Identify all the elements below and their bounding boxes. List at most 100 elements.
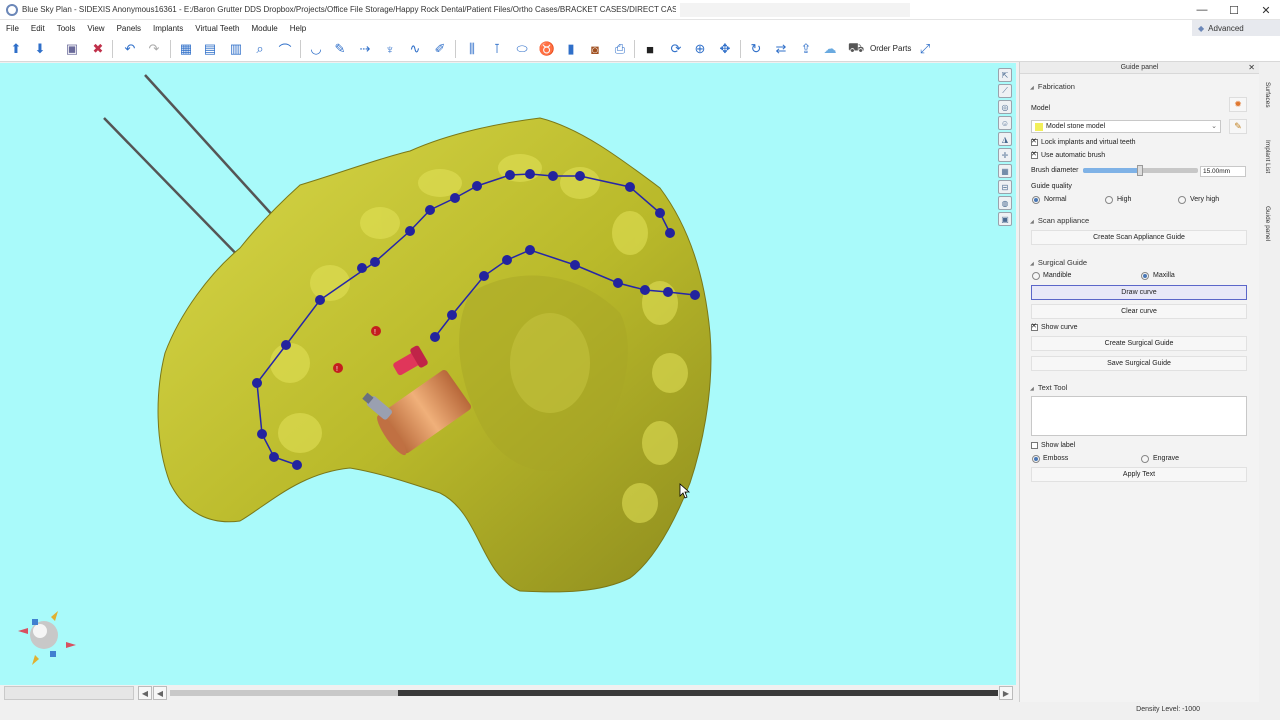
layout-icon[interactable]: ▦	[176, 39, 196, 59]
tab-implant-list[interactable]: Implant List	[1264, 140, 1271, 173]
zoom-in-icon[interactable]: ⊕	[690, 39, 710, 59]
slices-icon[interactable]: ▤	[200, 39, 220, 59]
magic-wand-icon[interactable]: ✎	[1229, 119, 1247, 134]
redo-icon[interactable]: ↷	[144, 39, 164, 59]
contrast-icon[interactable]: ■	[640, 39, 660, 59]
chevron-down-icon: ⌄	[1211, 123, 1217, 130]
minimize-button[interactable]: —	[1186, 0, 1218, 20]
show-label-checkbox[interactable]	[1031, 442, 1038, 449]
cart-icon[interactable]: ⛟	[846, 39, 866, 59]
grid-icon[interactable]: ▥	[226, 39, 246, 59]
surgical-guide-section-title[interactable]: Surgical Guide	[1030, 258, 1087, 267]
dental-model-render[interactable]: ! !	[0, 63, 1016, 685]
edit-icon[interactable]: ✐	[430, 39, 450, 59]
lock-implants-checkbox[interactable]	[1031, 137, 1038, 146]
maximize-button[interactable]: ☐	[1218, 0, 1250, 20]
model-select[interactable]: Model stone model ⌄	[1031, 120, 1221, 133]
cross-view-icon[interactable]: ✛	[998, 148, 1012, 162]
brush-diameter-input[interactable]: 15.00mm	[1200, 166, 1246, 177]
engrave-radio[interactable]	[1141, 455, 1149, 463]
sleeve-icon[interactable]: ◙	[585, 39, 605, 59]
show-curve-checkbox[interactable]	[1031, 322, 1038, 331]
scroll-left-button[interactable]: ◀	[138, 686, 152, 700]
apply-text-button[interactable]: Apply Text	[1031, 467, 1247, 482]
menu-file[interactable]: File	[0, 24, 25, 33]
tab-guide-panel[interactable]: Guide panel	[1264, 206, 1271, 241]
menu-panels[interactable]: Panels	[111, 24, 147, 33]
pan-icon[interactable]: ✥	[715, 39, 735, 59]
scroll-right-button[interactable]: ▶	[999, 686, 1013, 700]
reset-view-icon[interactable]: ↻	[746, 39, 766, 59]
menu-module[interactable]: Module	[245, 24, 283, 33]
tooth-icon[interactable]: ♉	[537, 39, 557, 59]
order-parts-button[interactable]: Order Parts	[870, 44, 911, 53]
quality-normal-radio[interactable]	[1032, 196, 1040, 204]
zoom-icon[interactable]: ⌕	[250, 39, 270, 59]
guide-text-input[interactable]	[1031, 396, 1247, 436]
maxilla-radio[interactable]	[1141, 272, 1149, 280]
camera-icon[interactable]: ▣	[998, 212, 1012, 226]
mandible-radio[interactable]	[1032, 272, 1040, 280]
create-scan-appliance-button[interactable]: Create Scan Appliance Guide	[1031, 230, 1247, 245]
auto-brush-checkbox[interactable]	[1031, 150, 1038, 159]
create-surgical-guide-button[interactable]: Create Surgical Guide	[1031, 336, 1247, 351]
curve-icon[interactable]: ∿	[405, 39, 425, 59]
print-icon[interactable]: ⎙	[610, 39, 630, 59]
scan-appliance-section-title[interactable]: Scan appliance	[1030, 216, 1089, 225]
advanced-mode-toggle[interactable]: ◆ Advanced	[1192, 20, 1280, 36]
expand-icon[interactable]: ⤢	[915, 39, 935, 59]
split-view-icon[interactable]: ⊟	[998, 180, 1012, 194]
import-icon[interactable]: ⬇	[30, 39, 50, 59]
draw-curve-button[interactable]: Draw curve	[1031, 285, 1247, 300]
close-button[interactable]: ✕	[1250, 0, 1280, 20]
implant-icon[interactable]: ⫼	[462, 39, 482, 59]
grid-view-icon[interactable]: ▦	[998, 164, 1012, 178]
model-label: Model	[1031, 105, 1051, 112]
open-icon[interactable]: ⬆	[6, 39, 26, 59]
measure-view-icon[interactable]: ⟋	[998, 84, 1012, 98]
scroll-left-button[interactable]: ◀	[153, 686, 167, 700]
arch-icon[interactable]: ◡	[306, 39, 326, 59]
brush-diameter-handle[interactable]	[1137, 165, 1143, 176]
nerve-icon[interactable]: ✎	[330, 39, 350, 59]
menu-edit[interactable]: Edit	[25, 24, 51, 33]
close-panel-icon[interactable]: ✕	[1248, 62, 1255, 74]
menu-virtual-teeth[interactable]: Virtual Teeth	[189, 24, 245, 33]
align-icon[interactable]: ⇄	[771, 39, 791, 59]
pan-view-icon[interactable]: ⇱	[998, 68, 1012, 82]
undo-icon[interactable]: ↶	[120, 39, 140, 59]
slice-selector[interactable]	[4, 686, 134, 700]
scroll-thumb[interactable]	[170, 690, 398, 696]
guide-panel: Guide panel ✕ Fabrication Model ✹ Model …	[1019, 62, 1259, 702]
fabrication-section-title[interactable]: Fabrication	[1030, 82, 1075, 91]
show-curve-label: Show curve	[1041, 324, 1078, 331]
save-surgical-guide-button[interactable]: Save Surgical Guide	[1031, 356, 1247, 371]
menu-tools[interactable]: Tools	[51, 24, 82, 33]
clip-view-icon[interactable]: ◮	[998, 132, 1012, 146]
close-file-icon[interactable]: ✖	[88, 39, 108, 59]
3d-viewport[interactable]: ! !	[0, 63, 1016, 685]
measure-icon[interactable]: ⇢	[355, 39, 375, 59]
menu-implants[interactable]: Implants	[147, 24, 189, 33]
menu-help[interactable]: Help	[284, 24, 312, 33]
cloud-icon[interactable]: ☁	[820, 39, 840, 59]
menu-view[interactable]: View	[81, 24, 110, 33]
pin-icon[interactable]: ⊺	[487, 39, 507, 59]
quality-high-radio[interactable]	[1105, 196, 1113, 204]
panoramic-icon[interactable]: ⌒	[275, 39, 295, 59]
guide-icon[interactable]: ⬭	[512, 39, 532, 59]
fit-view-icon[interactable]: ◎	[998, 100, 1012, 114]
tab-surfaces[interactable]: Surfaces	[1264, 82, 1271, 108]
quality-very-high-radio[interactable]	[1178, 196, 1186, 204]
model-color-icon[interactable]: ✹	[1229, 97, 1247, 112]
abutment-icon[interactable]: ▮	[561, 39, 581, 59]
emboss-radio[interactable]	[1032, 455, 1040, 463]
transparency-icon[interactable]: ◍	[998, 196, 1012, 210]
rotate-icon[interactable]: ⟳	[666, 39, 686, 59]
face-view-icon[interactable]: ☺	[998, 116, 1012, 130]
clear-curve-button[interactable]: Clear curve	[1031, 304, 1247, 319]
upload-icon[interactable]: ⇪	[796, 39, 816, 59]
text-tool-section-title[interactable]: Text Tool	[1030, 383, 1067, 392]
tooth-pen-icon[interactable]: ♆	[380, 39, 400, 59]
save-icon[interactable]: ▣	[62, 39, 82, 59]
